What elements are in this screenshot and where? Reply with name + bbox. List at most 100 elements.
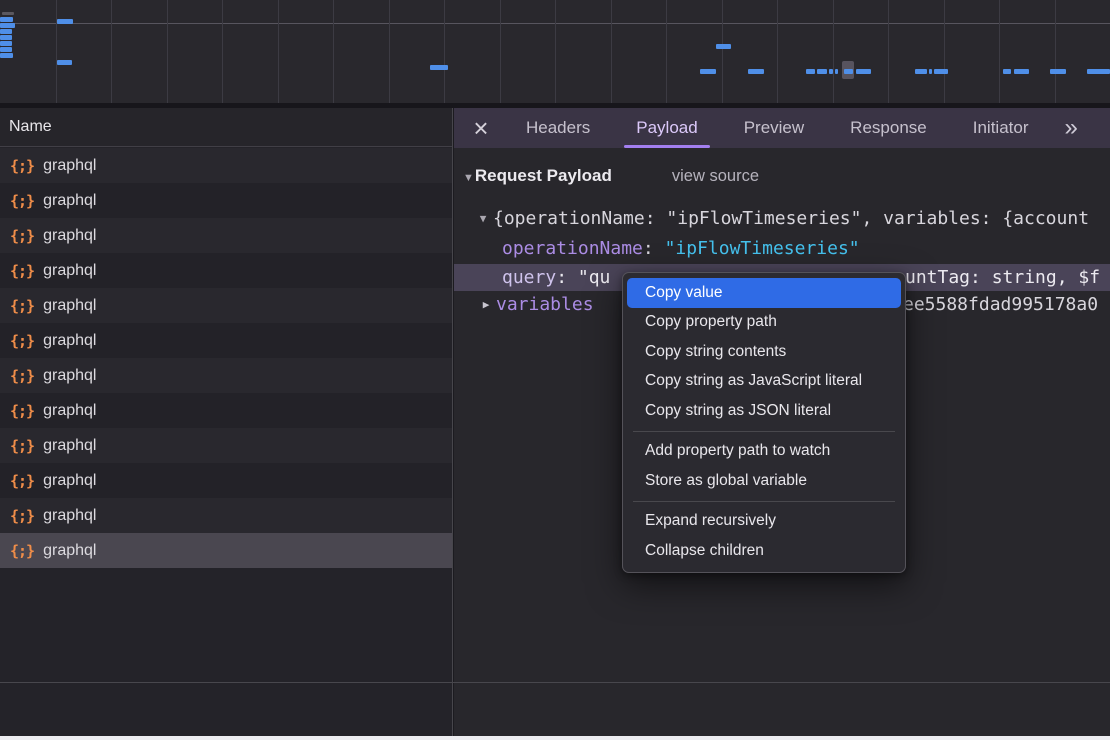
detail-tab-bar: × HeadersPayloadPreviewResponseInitiator…	[454, 108, 1110, 148]
payload-row-operationname[interactable]: operationName: "ipFlowTimeseries"	[454, 235, 1110, 262]
json-braces-icon: {;}	[10, 227, 34, 245]
table-bottom-rule	[0, 682, 1110, 683]
request-rows: {;} graphql {;} graphql {;} graphql {;} graphql…	[0, 148, 452, 568]
close-icon[interactable]: ×	[466, 113, 496, 143]
tab-payload[interactable]: Payload	[616, 108, 717, 148]
request-name-label: graphql	[43, 262, 96, 280]
context-menu: Copy valueCopy property pathCopy string …	[622, 272, 906, 573]
request-payload-section[interactable]: ▼ Request Payload view source	[463, 166, 759, 186]
property-key: variables	[496, 294, 594, 315]
menu-item-copy-string-as-javascript-literal[interactable]: Copy string as JavaScript literal	[627, 367, 901, 397]
view-source-link[interactable]: view source	[672, 167, 759, 186]
waterfall-bar	[856, 69, 871, 74]
waterfall-bar	[57, 19, 73, 24]
property-value-string: "ipFlowTimeseries"	[665, 238, 860, 259]
colon: :	[643, 238, 665, 259]
menu-item-store-as-global-variable[interactable]: Store as global variable	[627, 466, 901, 496]
property-value-left-fragment: "qu	[578, 267, 611, 288]
request-row-graphql[interactable]: {;} graphql	[0, 218, 452, 253]
network-overview[interactable]	[0, 0, 1110, 103]
request-name-label: graphql	[43, 297, 96, 315]
tab-response[interactable]: Response	[830, 108, 947, 148]
json-braces-icon: {;}	[10, 192, 34, 210]
waterfall-bar	[0, 29, 12, 34]
json-braces-icon: {;}	[10, 367, 34, 385]
request-row-graphql[interactable]: {;} graphql	[0, 393, 452, 428]
overview-gridline-vertical	[222, 0, 223, 103]
request-payload-title: Request Payload	[475, 166, 612, 186]
waterfall-bar	[0, 23, 15, 28]
json-braces-icon: {;}	[10, 472, 34, 490]
menu-item-collapse-children[interactable]: Collapse children	[627, 536, 901, 566]
waterfall-bar	[57, 60, 72, 65]
collapse-triangle-icon[interactable]: ▼	[473, 212, 493, 225]
request-name-label: graphql	[43, 402, 96, 420]
menu-item-expand-recursively[interactable]: Expand recursively	[627, 507, 901, 537]
menu-item-add-property-path-to-watch[interactable]: Add property path to watch	[627, 437, 901, 467]
overview-gridline-vertical	[333, 0, 334, 103]
menu-item-copy-value[interactable]: Copy value	[627, 278, 901, 308]
property-value-right-fragment: ee5588fdad995178a0	[903, 291, 1098, 318]
waterfall-bar	[0, 53, 13, 58]
name-column-label: Name	[9, 118, 52, 136]
tab-headers[interactable]: Headers	[506, 108, 610, 148]
menu-item-copy-string-as-json-literal[interactable]: Copy string as JSON literal	[627, 396, 901, 426]
waterfall-bar	[915, 69, 927, 74]
request-row-graphql[interactable]: {;} graphql	[0, 463, 452, 498]
request-name-label: graphql	[43, 227, 96, 245]
waterfall-bar	[2, 12, 14, 15]
json-braces-icon: {;}	[10, 157, 34, 175]
property-value-right-fragment: untTag: string, $f	[905, 264, 1100, 291]
colon: :	[556, 267, 578, 288]
json-braces-icon: {;}	[10, 332, 34, 350]
overview-gridline-vertical	[56, 0, 57, 103]
overview-gridline-vertical	[888, 0, 889, 103]
request-row-graphql[interactable]: {;} graphql	[0, 533, 452, 568]
property-key: operationName	[502, 238, 643, 259]
name-column-header[interactable]: Name	[0, 108, 452, 147]
menu-item-copy-property-path[interactable]: Copy property path	[627, 308, 901, 338]
request-row-graphql[interactable]: {;}graphql	[0, 253, 452, 288]
waterfall-bar	[0, 41, 12, 46]
tab-preview[interactable]: Preview	[724, 108, 824, 148]
request-row-graphql[interactable]: {;}graphql	[0, 498, 452, 533]
request-row-graphql[interactable]: {;}graphql	[0, 428, 452, 463]
window-bottom-edge	[0, 736, 1110, 740]
json-braces-icon: {;}	[10, 297, 34, 315]
menu-item-copy-string-contents[interactable]: Copy string contents	[627, 337, 901, 367]
json-braces-icon: {;}	[10, 437, 34, 455]
overview-gridline-vertical	[500, 0, 501, 103]
request-name-label: graphql	[43, 542, 96, 560]
overview-gridline-vertical	[111, 0, 112, 103]
waterfall-bar	[700, 69, 716, 74]
waterfall-bar	[829, 69, 833, 74]
request-row-graphql[interactable]: {;}graphql	[0, 358, 452, 393]
request-name-label: graphql	[43, 472, 96, 490]
request-row-graphql[interactable]: {;} graphql	[0, 288, 452, 323]
overview-gridline-vertical	[777, 0, 778, 103]
request-row-graphql[interactable]: {;} graphql	[0, 183, 452, 218]
collapse-triangle-icon[interactable]: ▼	[463, 172, 474, 184]
payload-preview-row[interactable]: ▼ {operationName: "ipFlowTimeseries", va…	[454, 205, 1110, 232]
property-key: query	[502, 267, 556, 288]
more-tabs-icon[interactable]: »	[1064, 114, 1075, 142]
request-row-graphql[interactable]: {;} graphql	[0, 323, 452, 358]
expand-triangle-icon[interactable]: ▶	[476, 298, 496, 311]
waterfall-bar	[806, 69, 815, 74]
waterfall-bar	[844, 69, 853, 74]
json-braces-icon: {;}	[10, 402, 34, 420]
waterfall-bar	[929, 69, 932, 74]
json-braces-icon: {;}	[10, 542, 34, 560]
overview-gridline-vertical	[555, 0, 556, 103]
waterfall-bar	[1087, 69, 1110, 74]
overview-gridline-vertical	[999, 0, 1000, 103]
menu-separator	[633, 431, 895, 432]
request-name-label: graphql	[43, 157, 96, 175]
overview-gridline-vertical	[666, 0, 667, 103]
tab-initiator[interactable]: Initiator	[953, 108, 1049, 148]
request-name-label: graphql	[43, 332, 96, 350]
waterfall-bar	[0, 47, 12, 52]
overview-gridline-vertical	[1055, 0, 1056, 103]
request-row-graphql[interactable]: {;} graphql	[0, 148, 452, 183]
request-name-label: graphql	[43, 192, 96, 210]
